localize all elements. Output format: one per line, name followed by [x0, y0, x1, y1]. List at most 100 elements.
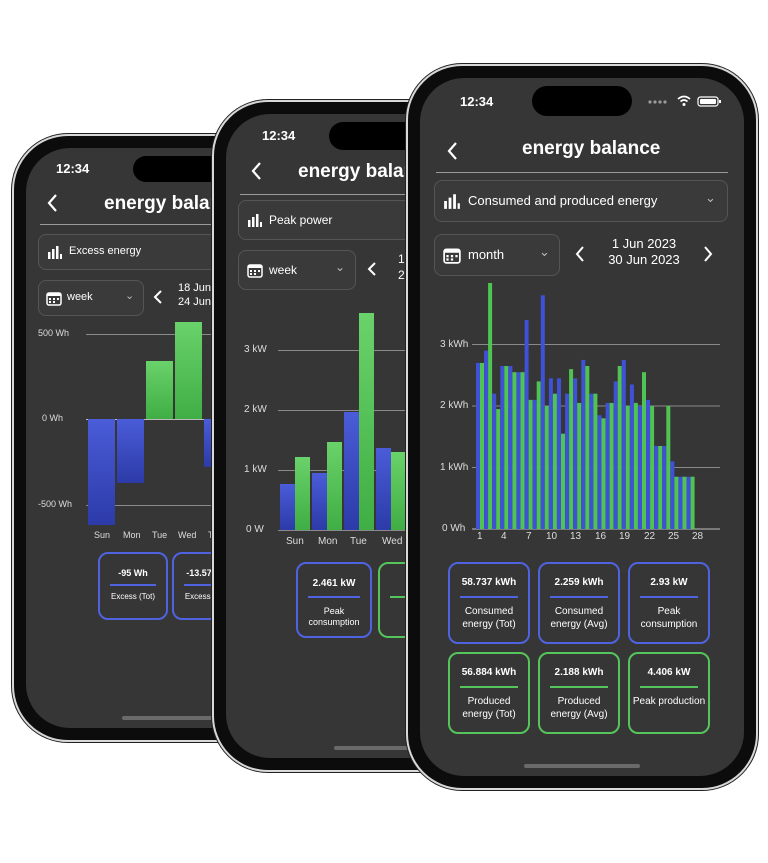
peak-produced-bar: [359, 313, 374, 530]
date-from: 1: [398, 252, 405, 266]
produced-bar-day-9: [544, 406, 549, 529]
excess-bar-mon: [117, 419, 144, 483]
produced-bar-day-4: [504, 366, 509, 529]
title-divider: [436, 172, 728, 173]
chevron-down-icon: ⌄: [335, 260, 346, 274]
bar-chart-icon: [248, 214, 262, 227]
x-tick-label: Sun: [94, 530, 111, 540]
prev-period-button[interactable]: [152, 288, 164, 306]
produced-bar-day-27: [690, 476, 695, 529]
produced-bar-day-24: [666, 406, 671, 529]
excess-tot-card: -95 Wh Excess (Tot): [98, 552, 168, 620]
x-tick-label: Tue: [350, 536, 367, 547]
consumed-bar-day-25: [670, 461, 675, 529]
consumed-bar-day-20: [629, 384, 634, 529]
status-time: 12:34: [262, 128, 296, 143]
calendar-icon: [443, 248, 461, 264]
metric-select-label: Excess energy: [69, 245, 142, 257]
consumed-bar-day-26: [678, 476, 683, 529]
consumed-avg-card: 2.259 kWh Consumed energy (Avg): [538, 562, 620, 644]
energy-chart: 3 kWh 2 kWh 1 kWh 0 Wh 1 4 7 10 13 16 19…: [420, 278, 740, 548]
consumed-bar-day-22: [646, 399, 651, 529]
date-to: 2: [398, 268, 405, 282]
consumed-bar-day-1: [476, 362, 480, 529]
home-indicator: [524, 764, 640, 768]
x-tick-label: 7: [526, 531, 532, 542]
card-label: Excess (Tot): [110, 592, 155, 601]
consumed-bar-day-6: [516, 372, 521, 529]
chevron-left-icon: [153, 290, 162, 304]
peak-produced-bar: [295, 457, 310, 530]
consumed-bar-day-12: [565, 393, 570, 529]
card-label: Consumed energy (Avg): [550, 606, 608, 630]
chevron-left-icon: [447, 142, 457, 160]
consumed-bar-day-24: [662, 445, 667, 529]
period-select[interactable]: month ⌄: [434, 234, 560, 276]
card-value: 2.188 kWh: [554, 667, 604, 678]
back-button[interactable]: [44, 192, 64, 216]
back-button[interactable]: [248, 160, 268, 184]
produced-bar-day-6: [520, 372, 525, 529]
prev-period-button[interactable]: [366, 260, 378, 278]
card-value: 4.406 kW: [647, 667, 691, 678]
consumed-bar-day-16: [597, 415, 602, 529]
card-label: Produced energy (Avg): [550, 696, 608, 720]
chevron-down-icon: ⌄: [705, 190, 716, 205]
consumed-bar-day-11: [557, 378, 561, 529]
period-select[interactable]: week ⌄: [38, 280, 144, 316]
calendar-icon: [247, 264, 263, 278]
bar-chart-icon: [48, 246, 62, 259]
prev-period-button[interactable]: [574, 244, 586, 264]
peak-consumed-bar: [344, 412, 359, 530]
next-period-button[interactable]: [702, 244, 714, 264]
x-tick-label: 28: [692, 531, 704, 542]
chevron-right-icon: [704, 246, 713, 262]
consumed-tot-card: 58.737 kWh Consumed energy (Tot): [448, 562, 530, 644]
produced-bar-day-26: [682, 476, 687, 529]
excess-bar-wed: [175, 322, 202, 419]
date-from: 1 Jun 2023: [611, 236, 677, 251]
period-select-label: month: [468, 247, 505, 262]
card-value: 2.93 kW: [650, 577, 688, 588]
x-tick-label: 1: [477, 531, 483, 542]
back-button[interactable]: [444, 140, 464, 164]
status-time: 12:34: [56, 161, 90, 176]
consumed-bar-day-7: [524, 319, 529, 529]
consumed-bar-day-18: [613, 381, 618, 529]
produced-bar-day-5: [512, 372, 517, 529]
bar-chart-icon: [444, 194, 460, 209]
chevron-left-icon: [251, 162, 261, 180]
phone-consumed-produced-screen: 12:34 energy balance Consumed and produc…: [420, 78, 744, 776]
consumed-bar-day-3: [492, 393, 497, 529]
y-tick-label: -500 Wh: [38, 499, 73, 509]
x-tick-label: 19: [619, 531, 631, 542]
x-tick-label: 16: [595, 531, 607, 542]
x-tick-label: Sun: [286, 536, 304, 547]
peak-produced-bar: [327, 442, 342, 530]
consumed-bar-day-2: [484, 350, 489, 529]
produced-bar-day-17: [609, 402, 614, 529]
consumed-bar-day-8: [532, 399, 537, 529]
card-label: Consumed energy (Tot): [462, 606, 516, 630]
y-tick-label: 0 Wh: [42, 413, 64, 423]
chevron-left-icon: [575, 246, 584, 262]
card-divider: [460, 596, 518, 598]
y-tick-label: 2 kW: [244, 404, 267, 415]
peak-consumption-card: 2.461 kW Peak consumption: [296, 562, 372, 638]
period-select-label: week: [67, 291, 93, 303]
consumed-bar-day-9: [540, 295, 545, 529]
produced-tot-card: 56.884 kWh Produced energy (Tot): [448, 652, 530, 734]
peak-consumption-card: 2.93 kW Peak consumption: [628, 562, 710, 644]
card-label: Peak production: [632, 696, 706, 707]
status-icons: [646, 94, 726, 108]
metric-select[interactable]: Consumed and produced energy ⌄: [434, 180, 728, 222]
consumed-bar-day-19: [621, 359, 626, 529]
produced-bar-day-2: [488, 283, 493, 529]
chevron-down-icon: ⌄: [539, 244, 550, 259]
card-value: -95 Wh: [118, 568, 148, 578]
peak-consumed-bar: [312, 473, 327, 530]
consumed-bar-day-5: [508, 366, 513, 529]
calendar-icon: [46, 292, 62, 306]
period-select[interactable]: week ⌄: [238, 250, 356, 290]
battery-icon: [697, 96, 721, 107]
